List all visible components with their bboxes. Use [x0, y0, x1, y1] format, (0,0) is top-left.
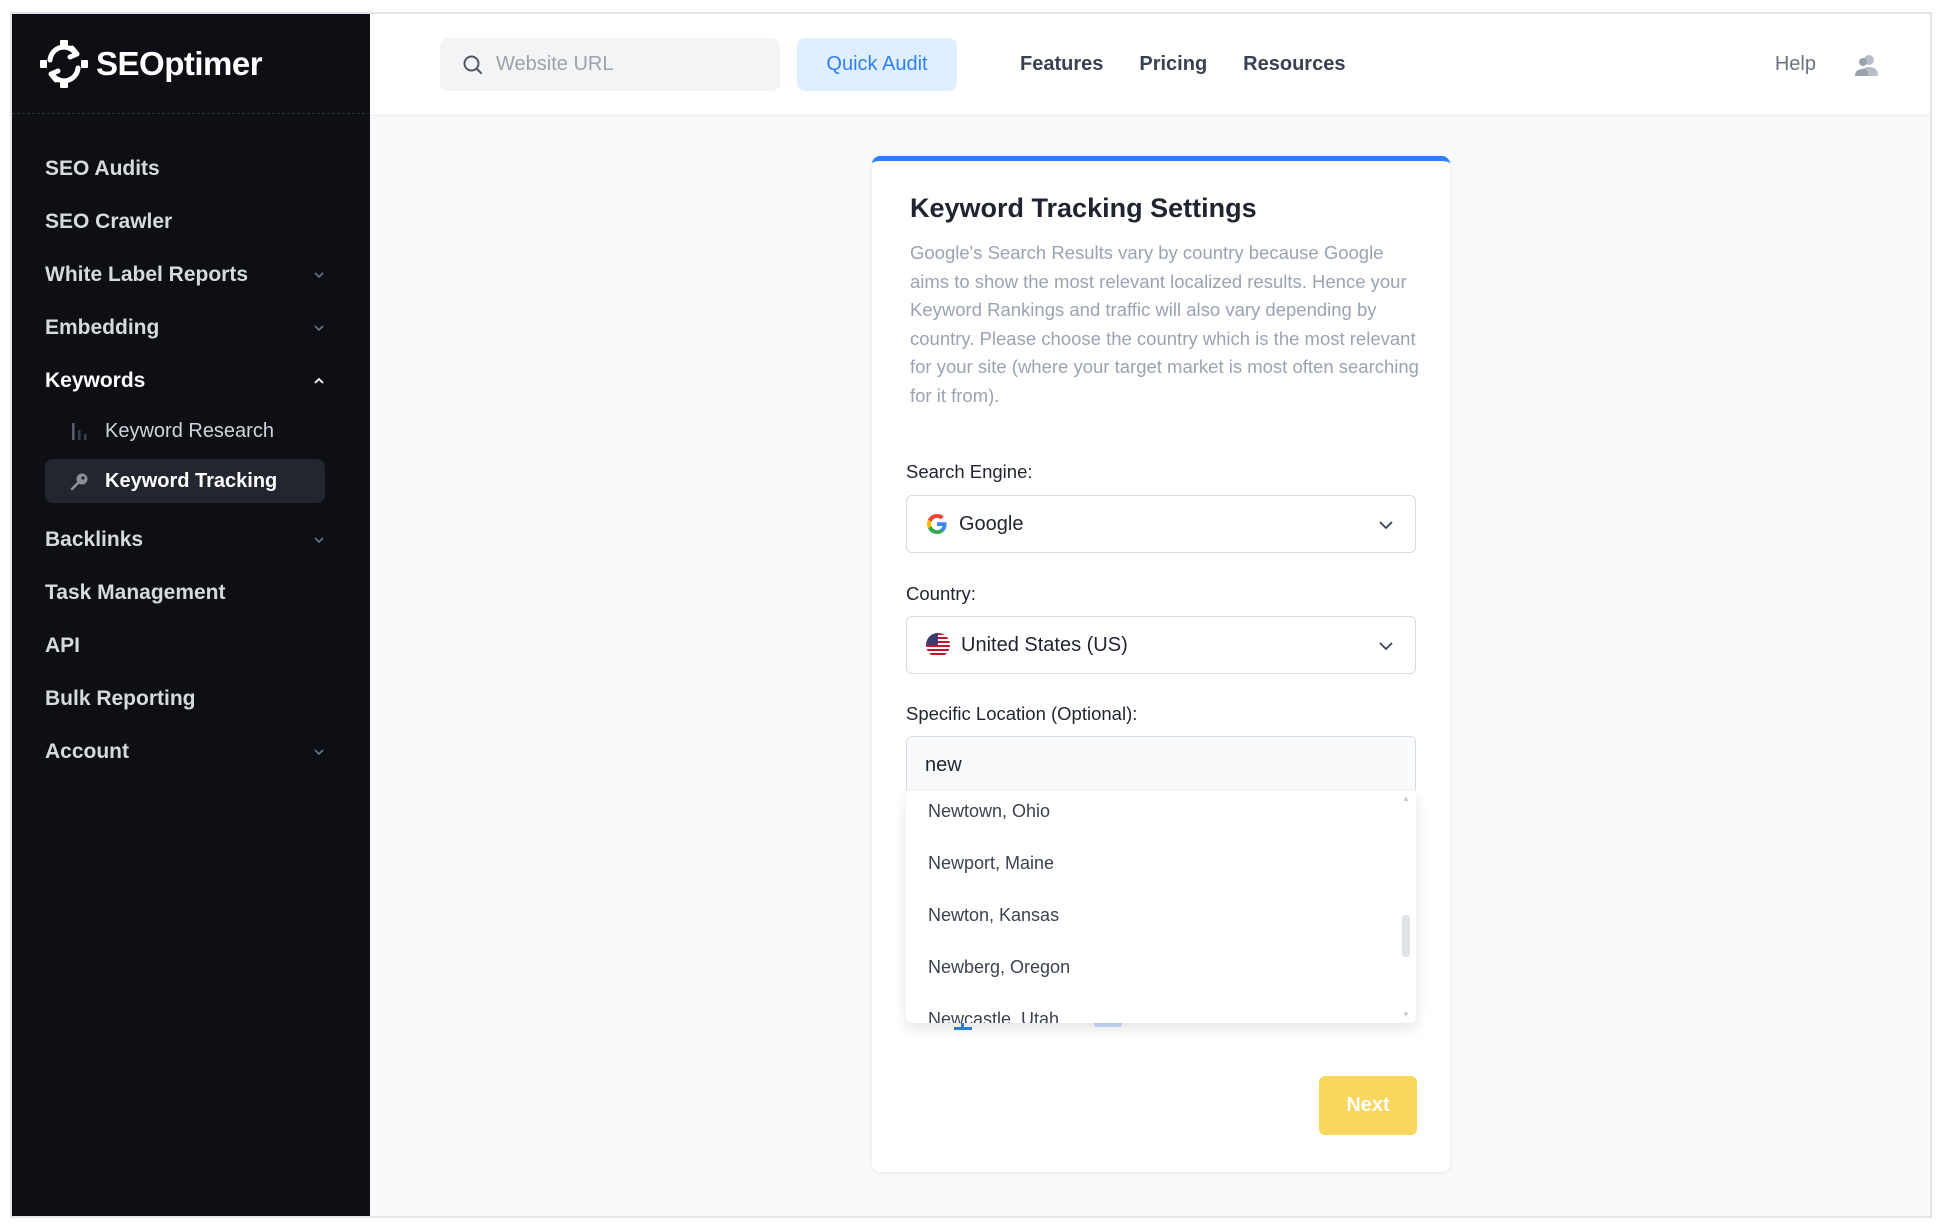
nav-link-features[interactable]: Features: [1020, 53, 1103, 76]
help-link[interactable]: Help: [1775, 38, 1816, 91]
sidebar-item-label: Task Management: [45, 580, 226, 604]
top-nav: Features Pricing Resources: [1020, 38, 1345, 91]
chevron-down-icon: [1379, 642, 1393, 651]
scroll-up-arrow-icon[interactable]: ▲: [1402, 795, 1410, 803]
sidebar-item-label: Account: [45, 739, 129, 763]
location-option[interactable]: Newcastle, Utah: [928, 1009, 1059, 1023]
location-label: Specific Location (Optional):: [906, 703, 1138, 724]
country-value: United States (US): [961, 633, 1128, 656]
sidebar-item-seo-audits[interactable]: SEO Audits: [12, 142, 370, 195]
location-option[interactable]: Newport, Maine: [928, 853, 1054, 874]
chevron-down-icon: [1379, 521, 1393, 530]
sidebar-item-white-label-reports[interactable]: White Label Reports: [12, 248, 370, 301]
sidebar-item-task-management[interactable]: Task Management: [12, 566, 370, 619]
sidebar: SEOptimer SEO Audits SEO Crawler White L…: [12, 14, 370, 1216]
sidebar-item-keywords[interactable]: Keywords: [12, 354, 370, 407]
nav-link-pricing[interactable]: Pricing: [1139, 53, 1207, 76]
bar-chart-icon: [69, 420, 91, 442]
sidebar-item-label: Backlinks: [45, 527, 144, 551]
sidebar-item-label: Keyword Research: [105, 419, 274, 442]
scroll-down-arrow-icon[interactable]: ▼: [1402, 1011, 1410, 1019]
chevron-down-icon: [314, 271, 324, 278]
sidebar-item-bulk-reporting[interactable]: Bulk Reporting: [12, 672, 370, 725]
key-icon: [69, 470, 91, 492]
country-label: Country:: [906, 583, 976, 604]
search-engine-label: Search Engine:: [906, 461, 1033, 482]
user-account-icon[interactable]: [1854, 52, 1880, 78]
sidebar-item-label: API: [45, 633, 81, 657]
sidebar-item-label: White Label Reports: [45, 262, 249, 286]
keywords-submenu: Keyword Research Keyword Tracking: [12, 409, 370, 513]
sidebar-item-label: Keywords: [45, 368, 146, 392]
chevron-down-icon: [314, 324, 324, 331]
top-bar: Quick Audit Features Pricing Resources H…: [370, 14, 1930, 114]
google-logo-icon: [927, 514, 947, 534]
chevron-down-icon: [314, 536, 324, 543]
search-engine-value: Google: [959, 512, 1024, 535]
sidebar-item-account[interactable]: Account: [12, 725, 370, 778]
sidebar-item-label: SEO Audits: [45, 156, 160, 180]
seoptimer-logo-icon: [40, 40, 88, 88]
app-window: SEOptimer SEO Audits SEO Crawler White L…: [10, 12, 1932, 1218]
location-option[interactable]: Newberg, Oregon: [928, 957, 1070, 978]
location-input[interactable]: [906, 736, 1416, 794]
chevron-up-icon: [314, 377, 324, 384]
sidebar-item-label: SEO Crawler: [45, 209, 173, 233]
country-select[interactable]: United States (US): [906, 616, 1416, 674]
sidebar-divider: [12, 113, 370, 114]
sidebar-item-label: Embedding: [45, 315, 160, 339]
location-suggestions-dropdown: Newtown, Ohio Newport, Maine Newton, Kan…: [906, 791, 1416, 1023]
quick-audit-button[interactable]: Quick Audit: [797, 38, 957, 91]
chevron-down-icon: [314, 748, 324, 755]
card-description: Google's Search Results vary by country …: [910, 242, 1419, 406]
search-icon: [463, 55, 482, 74]
website-url-search: [440, 38, 780, 91]
website-url-input[interactable]: [496, 53, 756, 76]
keyword-tracking-settings-card: Keyword Tracking Settings Google's Searc…: [872, 156, 1450, 1172]
app-logo[interactable]: SEOptimer: [38, 36, 263, 92]
location-option[interactable]: Newton, Kansas: [928, 905, 1059, 926]
sidebar-item-keyword-tracking[interactable]: Keyword Tracking: [45, 459, 325, 503]
sidebar-item-seo-crawler[interactable]: SEO Crawler: [12, 195, 370, 248]
next-button[interactable]: Next: [1319, 1076, 1417, 1135]
search-engine-select[interactable]: Google: [906, 495, 1416, 553]
location-option[interactable]: Newtown, Ohio: [928, 801, 1050, 822]
sidebar-nav: SEO Audits SEO Crawler White Label Repor…: [12, 142, 370, 778]
card-title: Keyword Tracking Settings: [910, 193, 1257, 223]
nav-link-resources[interactable]: Resources: [1243, 53, 1345, 76]
sidebar-item-keyword-research[interactable]: Keyword Research: [45, 409, 325, 453]
sidebar-item-label: Keyword Tracking: [105, 469, 278, 492]
sidebar-item-label: Bulk Reporting: [45, 686, 196, 710]
sidebar-item-embedding[interactable]: Embedding: [12, 301, 370, 354]
sidebar-item-api[interactable]: API: [12, 619, 370, 672]
sidebar-item-backlinks[interactable]: Backlinks: [12, 513, 370, 566]
app-name: SEOptimer: [96, 45, 263, 82]
dropdown-scrollbar[interactable]: [1402, 915, 1410, 957]
us-flag-icon: [926, 633, 950, 657]
